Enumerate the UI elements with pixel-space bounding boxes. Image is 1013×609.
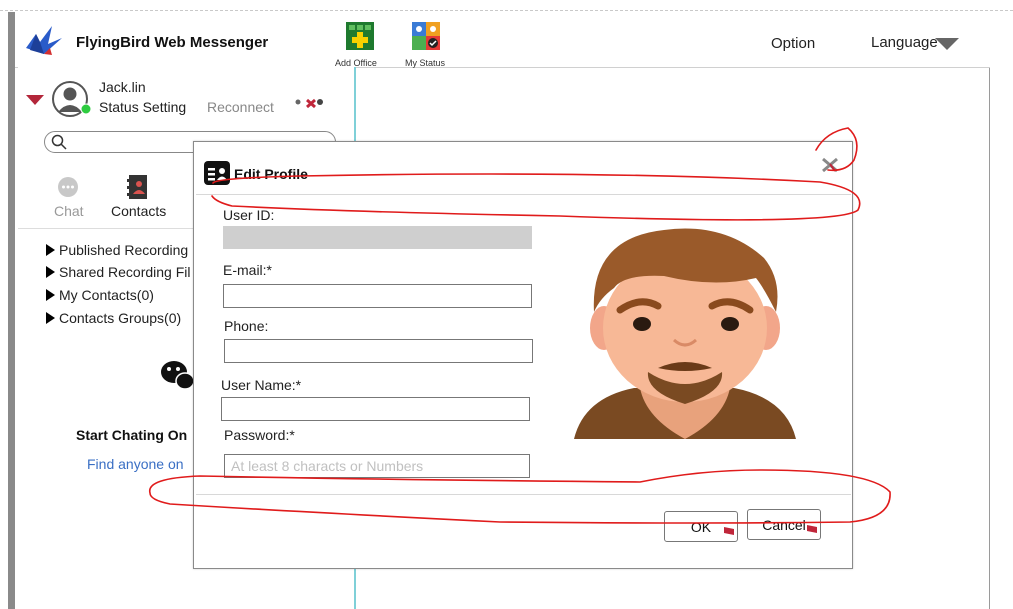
tree-item-label: Published Recording — [59, 242, 189, 258]
tab-chat[interactable]: Chat — [54, 203, 84, 219]
add-office-icon — [346, 22, 374, 50]
password-label: Password:* — [224, 427, 295, 443]
flag-icon — [724, 527, 734, 535]
expand-triangle-icon — [46, 266, 55, 278]
top-ruler — [0, 0, 1013, 11]
user-id-field — [223, 226, 532, 249]
chevron-down-icon[interactable] — [935, 38, 959, 50]
user-name: Jack.lin — [99, 79, 146, 95]
tabs-divider — [18, 228, 193, 229]
flyingbird-logo-icon — [26, 26, 62, 55]
option-menu[interactable]: Option — [771, 35, 815, 52]
user-name-field[interactable] — [221, 397, 530, 421]
network-status-icon — [295, 98, 323, 109]
expand-triangle-icon — [46, 289, 55, 301]
password-field[interactable] — [224, 454, 530, 478]
user-id-label: User ID: — [223, 207, 275, 223]
dialog-title-divider — [196, 194, 851, 195]
tree-item-label: Shared Recording Fil — [59, 264, 191, 280]
contacts-icon[interactable] — [127, 174, 149, 200]
expand-triangle-icon — [46, 312, 55, 324]
phone-field[interactable] — [224, 339, 533, 363]
avatar[interactable] — [50, 80, 92, 120]
tree-item-contacts-groups[interactable]: Contacts Groups(0) — [46, 310, 181, 326]
tree-item-published-recording[interactable]: Published Recording — [46, 242, 188, 258]
tree-item-label: Contacts Groups(0) — [59, 310, 182, 326]
chat-icon[interactable] — [57, 176, 79, 198]
toolbar-my-status[interactable]: My Status — [405, 22, 445, 68]
profile-card-icon — [204, 161, 230, 185]
tree-item-label: My Contacts(0) — [59, 287, 154, 303]
toolbar-add-office[interactable]: Add Office — [335, 22, 377, 68]
search-icon — [51, 134, 67, 150]
user-name-label: User Name:* — [221, 377, 302, 393]
my-status-icon — [412, 22, 440, 50]
email-label: E-mail:* — [223, 262, 273, 278]
start-chatting-title: Start Chating On — [76, 427, 188, 443]
toolbar-my-status-label: My Status — [405, 58, 446, 68]
app-title: FlyingBird Web Messenger — [76, 34, 269, 51]
flag-icon — [807, 525, 817, 533]
find-anyone-link[interactable]: Find anyone on — [87, 456, 184, 472]
tree-item-my-contacts[interactable]: My Contacts(0) — [46, 287, 154, 303]
dialog-footer-divider — [196, 494, 851, 495]
tree-item-shared-recording[interactable]: Shared Recording Fil — [46, 264, 191, 280]
reconnect-link[interactable]: Reconnect — [207, 99, 274, 115]
profile-avatar-image — [574, 228, 796, 439]
close-icon[interactable] — [820, 156, 840, 174]
phone-label: Phone: — [224, 318, 269, 334]
tab-contacts[interactable]: Contacts — [111, 203, 166, 219]
email-field[interactable] — [223, 284, 532, 308]
language-menu[interactable]: Language — [871, 34, 938, 51]
caret-down-icon[interactable] — [26, 95, 44, 105]
dialog-title: Edit Profile — [234, 166, 308, 182]
expand-triangle-icon — [46, 244, 55, 256]
wechat-icon — [161, 361, 194, 390]
status-setting-link[interactable]: Status Setting — [99, 99, 186, 115]
